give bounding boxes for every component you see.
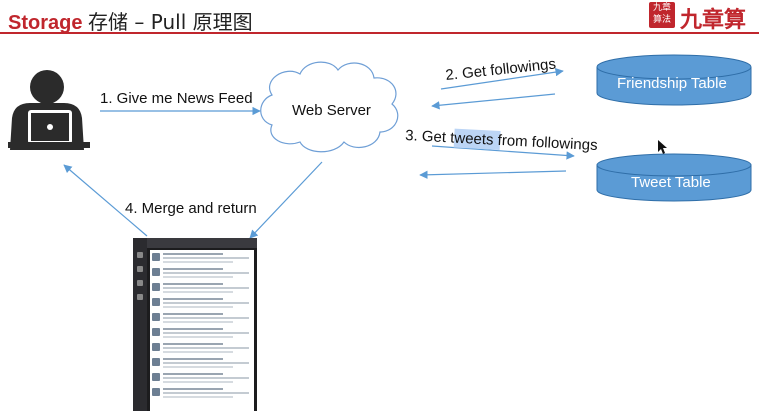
user-icon [8, 70, 90, 150]
cursor-icon [658, 140, 667, 154]
arrow-to-feed [249, 161, 323, 239]
feed-item [152, 282, 252, 294]
friendship-table-label: Friendship Table [617, 75, 727, 92]
web-server-label: Web Server [292, 102, 371, 119]
feed-item [152, 267, 252, 279]
feed-item [152, 312, 252, 324]
feed-list [150, 250, 254, 411]
feed-item [152, 252, 252, 264]
feed-item [152, 327, 252, 339]
feed-item [152, 357, 252, 369]
tweet-table-label: Tweet Table [631, 174, 711, 191]
step-4-label: 4. Merge and return [125, 200, 257, 217]
diagram-canvas: Web Server Friendship Table Tweet Table … [8, 54, 752, 239]
feed-item [152, 297, 252, 309]
feed-item [152, 387, 252, 399]
step-1-label: 1. Give me News Feed [100, 90, 253, 107]
step-3-pre: 3. Get [405, 127, 451, 146]
feed-item [152, 342, 252, 354]
feed-header [147, 238, 257, 248]
feed-sidebar [133, 238, 147, 411]
step-3-label: 3. Get tweets from followings [405, 127, 598, 154]
feed-item [152, 372, 252, 384]
news-feed-screenshot [133, 238, 257, 411]
step-3-highlight: tweets [450, 129, 494, 148]
arrow-tweets-return [419, 170, 567, 179]
step-3-post: from followings [493, 132, 598, 154]
arrow-followings-return [431, 93, 556, 110]
